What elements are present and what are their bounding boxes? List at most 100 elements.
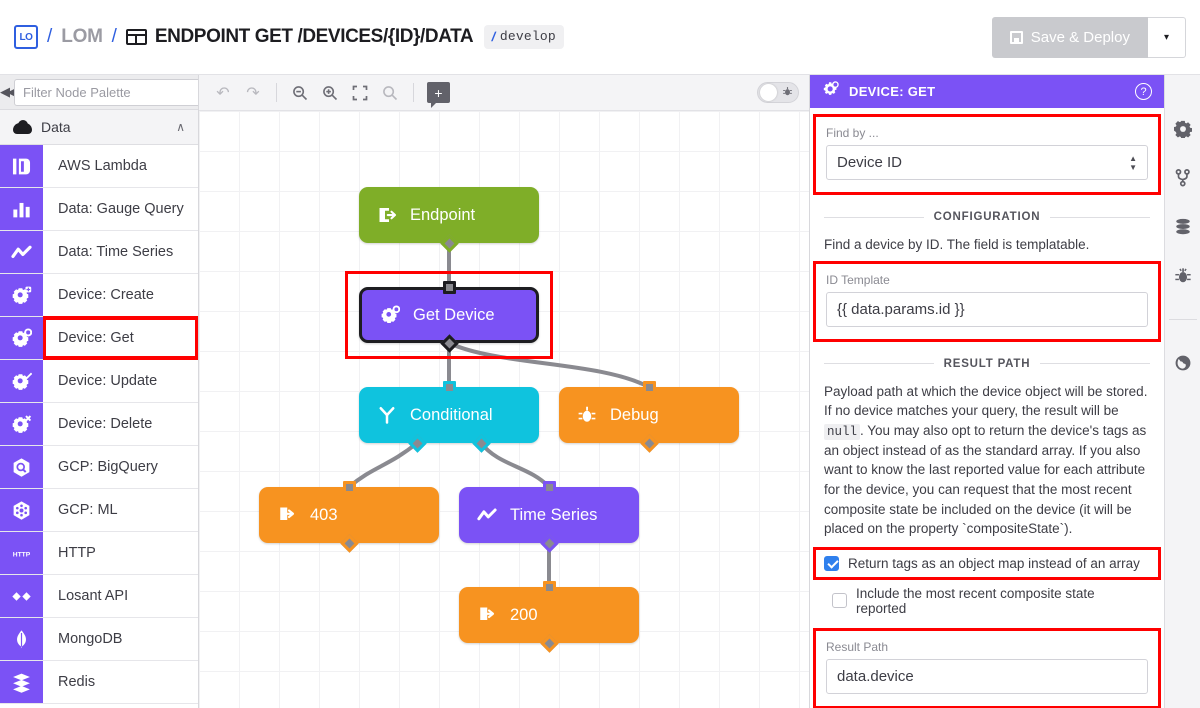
breadcrumb-separator-2: / — [111, 26, 117, 47]
palette-item-label: Device: Get — [43, 317, 198, 359]
flow-node-label: 200 — [510, 605, 538, 624]
losant-api-icon — [0, 575, 43, 617]
node-input-port[interactable] — [442, 380, 456, 394]
palette-section-data[interactable]: Data ∧ — [0, 110, 198, 145]
deploy-button-group: Save & Deploy ▾ — [991, 16, 1186, 58]
id-template-input[interactable] — [826, 291, 1148, 327]
flow-node-label: Time Series — [510, 505, 598, 524]
globe-icon[interactable] — [1174, 354, 1192, 372]
null-code-literal: null — [824, 423, 861, 440]
zoom-in-icon[interactable] — [316, 79, 344, 107]
save-and-deploy-button[interactable]: Save & Deploy — [991, 16, 1148, 58]
top-header: LO / LOM / ENDPOINT GET /DEVICES/{ID}/DA… — [0, 0, 1200, 75]
git-branch-icon[interactable] — [1174, 169, 1192, 187]
palette-item-mongodb[interactable]: MongoDB — [0, 618, 198, 661]
composite-state-checkbox-row[interactable]: Include the most recent composite state … — [824, 580, 1150, 622]
palette-item-device-get[interactable]: Device: Get — [0, 316, 198, 360]
redo-button[interactable]: ↷ — [239, 79, 267, 107]
find-by-field: Find by ... Device ID ▲ ▼ — [813, 114, 1161, 195]
branch-tag[interactable]: / develop — [484, 25, 564, 49]
flow-node-label: 403 — [310, 505, 338, 524]
undo-button[interactable]: ↶ — [209, 79, 237, 107]
palette-item-gcp-bigquery[interactable]: GCP: BigQuery — [0, 446, 198, 489]
rail-divider — [1168, 319, 1197, 320]
node-input-port[interactable] — [342, 480, 356, 494]
filter-node-palette-input[interactable] — [14, 78, 198, 106]
node-input-port[interactable] — [542, 480, 556, 494]
collapse-palette-button[interactable]: ◀◀ — [0, 75, 17, 110]
result-path-input[interactable] — [826, 658, 1148, 694]
http-icon: HTTP — [0, 532, 43, 574]
flow-node-label: Get Device — [413, 305, 495, 324]
add-comment-button[interactable]: + — [427, 82, 450, 108]
branch-icon: / — [490, 29, 498, 44]
palette-item-device-create[interactable]: Device: Create — [0, 274, 198, 317]
node-input-port[interactable] — [542, 580, 556, 594]
losant-logo[interactable]: LO — [14, 25, 38, 49]
palette-item-aws-lambda[interactable]: AWS Lambda — [0, 145, 198, 188]
fit-screen-icon[interactable] — [346, 79, 374, 107]
endpoint-workflow-icon — [125, 29, 147, 45]
config-panel-title: DEVICE: GET — [849, 84, 936, 99]
help-icon[interactable]: ? — [1135, 83, 1152, 100]
palette-item-label: HTTP — [58, 545, 96, 561]
palette-item-label: MongoDB — [58, 631, 123, 647]
debug-toggle-knob — [760, 84, 777, 101]
result-path-label: Result Path — [826, 639, 889, 654]
database-icon[interactable] — [1174, 218, 1192, 236]
find-by-select[interactable]: Device ID ▲ ▼ — [826, 145, 1148, 180]
composite-state-label: Include the most recent composite state … — [856, 585, 1095, 616]
palette-item-label: Device: Create — [58, 287, 154, 303]
palette-item-label: Device: Update — [58, 373, 158, 389]
bug-icon — [577, 405, 597, 425]
node-config-panel: DEVICE: GET ? Find by ... Device ID ▲ ▼ C… — [809, 75, 1164, 708]
gear-icon[interactable] — [1173, 120, 1192, 138]
node-input-port[interactable] — [442, 280, 456, 294]
debug-toggle[interactable] — [757, 82, 799, 103]
reply-icon — [277, 505, 297, 525]
palette-item-label: GCP: ML — [58, 502, 118, 518]
canvas-toolbar: ↶ ↷ + — [199, 75, 809, 111]
gcp-bigquery-icon — [0, 446, 43, 488]
save-and-deploy-label: Save & Deploy — [1030, 28, 1130, 46]
bug-icon[interactable] — [1174, 267, 1192, 285]
redis-icon — [0, 661, 43, 703]
configuration-divider: CONFIGURATION — [824, 211, 1150, 223]
bar-chart-icon — [0, 188, 43, 230]
palette-item-losant-api[interactable]: Losant API — [0, 575, 198, 618]
return-tags-checkbox[interactable] — [824, 555, 839, 571]
result-desc-part-2: . You may also opt to return the device'… — [824, 422, 1147, 537]
chevron-up-icon[interactable]: ∧ — [176, 120, 185, 134]
flow-node-conditional[interactable]: Conditional — [359, 387, 539, 443]
palette-item-redis[interactable]: Redis — [0, 661, 198, 704]
device-get-icon — [822, 80, 839, 103]
return-tags-label: Return tags as an object map instead of … — [848, 555, 1140, 571]
composite-state-checkbox[interactable] — [832, 593, 847, 609]
palette-item-device-delete[interactable]: Device: Delete — [0, 403, 198, 446]
palette-item-gcp-ml[interactable]: GCP: ML — [0, 489, 198, 532]
breadcrumb-app-name[interactable]: LOM — [61, 26, 103, 48]
find-by-label: Find by ... — [826, 126, 879, 140]
aws-lambda-icon — [0, 145, 43, 187]
palette-item-device-update[interactable]: Device: Update — [0, 360, 198, 403]
line-chart-icon — [477, 505, 497, 525]
palette-item-http[interactable]: HTTP HTTP — [0, 532, 198, 575]
deploy-dropdown-button[interactable]: ▾ — [1148, 16, 1186, 58]
result-desc-part-1: Payload path at which the device object … — [824, 383, 1148, 419]
palette-item-data-time-series[interactable]: Data: Time Series — [0, 231, 198, 274]
conditional-icon — [377, 405, 397, 425]
return-tags-checkbox-row[interactable]: Return tags as an object map instead of … — [813, 546, 1161, 580]
toolbar-divider-2 — [413, 83, 414, 102]
palette-toolbar: ◀◀ — [0, 75, 198, 110]
palette-item-label: AWS Lambda — [58, 158, 147, 174]
device-delete-icon — [0, 403, 43, 445]
result-path-description: Payload path at which the device object … — [824, 382, 1150, 539]
result-path-divider: RESULT PATH — [824, 358, 1150, 370]
flow-canvas[interactable]: ↶ ↷ + Endpoint Get Device Conditional De… — [199, 75, 809, 708]
palette-item-data-gauge-query[interactable]: Data: Gauge Query — [0, 188, 198, 231]
search-icon[interactable] — [376, 79, 404, 107]
node-input-port[interactable] — [642, 380, 656, 394]
zoom-out-icon[interactable] — [286, 79, 314, 107]
reply-icon — [477, 605, 497, 625]
device-create-icon — [0, 274, 43, 316]
